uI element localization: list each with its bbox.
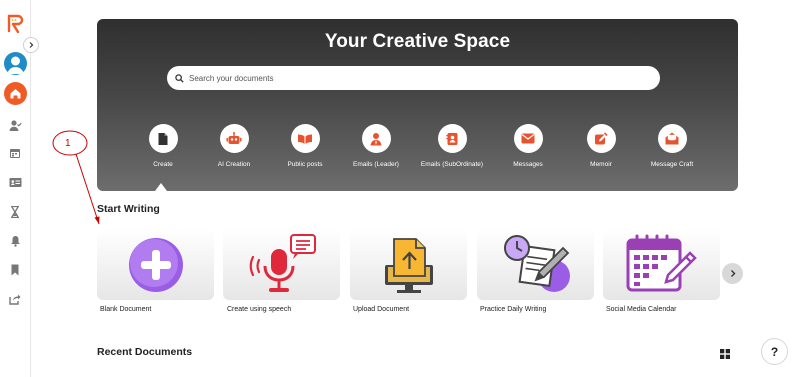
envelope-icon <box>513 124 543 153</box>
id-card-icon[interactable] <box>8 175 22 189</box>
plus-circle-icon <box>128 237 183 292</box>
sidebar-collapse-button[interactable] <box>23 37 39 53</box>
card-upload-document[interactable] <box>350 229 467 300</box>
person-icon <box>361 124 391 153</box>
creative-space-banner: Your Creative Space Create AI Creation P… <box>97 19 738 191</box>
card-practice-daily-writing[interactable] <box>477 229 594 300</box>
bell-icon[interactable] <box>8 234 22 248</box>
home-icon[interactable] <box>4 82 27 105</box>
clock-notepad-icon <box>503 234 570 292</box>
category-create[interactable]: Create <box>128 124 198 168</box>
search-icon <box>175 73 184 83</box>
category-public-posts[interactable]: Public posts <box>270 124 340 168</box>
category-label: Emails (SubOrdinate) <box>420 161 484 168</box>
start-writing-title: Start Writing <box>97 203 160 215</box>
search-bar[interactable] <box>167 66 660 90</box>
share-icon[interactable] <box>8 292 22 306</box>
card-label: Create using speech <box>227 306 292 313</box>
logo-icon[interactable] <box>5 14 25 34</box>
category-ai-creation[interactable]: AI Creation <box>199 124 269 168</box>
contact-card-icon <box>437 124 467 153</box>
card-create-using-speech[interactable] <box>223 229 340 300</box>
category-label: Memoir <box>590 161 612 168</box>
pen-square-icon <box>586 124 616 153</box>
bookmark-icon[interactable] <box>8 263 22 277</box>
category-emails-subordinate[interactable]: Emails (SubOrdinate) <box>417 124 487 168</box>
carousel-next-button[interactable] <box>722 263 743 284</box>
open-envelope-icon <box>657 124 687 153</box>
category-messages[interactable]: Messages <box>493 124 563 168</box>
category-label: Messages <box>513 161 543 168</box>
grid-view-icon[interactable] <box>720 346 730 359</box>
active-category-indicator <box>155 183 167 191</box>
card-blank-document[interactable] <box>97 229 214 300</box>
category-label: Create <box>153 161 173 168</box>
category-message-craft[interactable]: Message Craft <box>637 124 707 168</box>
category-label: Message Craft <box>650 161 694 168</box>
category-label: Emails (Leader) <box>353 161 399 168</box>
search-input[interactable] <box>189 73 629 83</box>
avatar[interactable] <box>4 52 27 75</box>
recent-documents-title: Recent Documents <box>97 346 193 358</box>
category-emails-leader[interactable]: Emails (Leader) <box>341 124 411 168</box>
card-label: Blank Document <box>100 306 152 313</box>
calendar-edit-icon <box>626 234 697 291</box>
document-icon <box>148 124 178 153</box>
card-label: Practice Daily Writing <box>480 306 547 313</box>
chevron-right-icon <box>29 42 34 48</box>
sidebar <box>0 0 39 377</box>
annotation-number: 1 <box>65 138 71 149</box>
category-memoir[interactable]: Memoir <box>566 124 636 168</box>
card-social-media-calendar[interactable] <box>603 229 720 300</box>
app-root: Your Creative Space Create AI Creation P… <box>0 0 800 377</box>
robot-icon <box>219 124 249 153</box>
user-check-icon[interactable] <box>8 118 22 132</box>
card-label: Upload Document <box>353 306 410 313</box>
microphone-icon <box>249 233 316 292</box>
card-label: Social Media Calendar <box>606 306 677 313</box>
book-open-icon <box>290 124 320 153</box>
category-label: AI Creation <box>217 161 251 168</box>
hourglass-icon[interactable] <box>8 205 22 219</box>
calendar-icon[interactable] <box>8 146 22 160</box>
upload-file-icon <box>384 237 433 293</box>
help-button[interactable]: ? <box>761 338 788 365</box>
page-title: Your Creative Space <box>324 31 511 52</box>
category-label: Public posts <box>287 161 323 168</box>
chevron-right-icon <box>730 270 735 277</box>
